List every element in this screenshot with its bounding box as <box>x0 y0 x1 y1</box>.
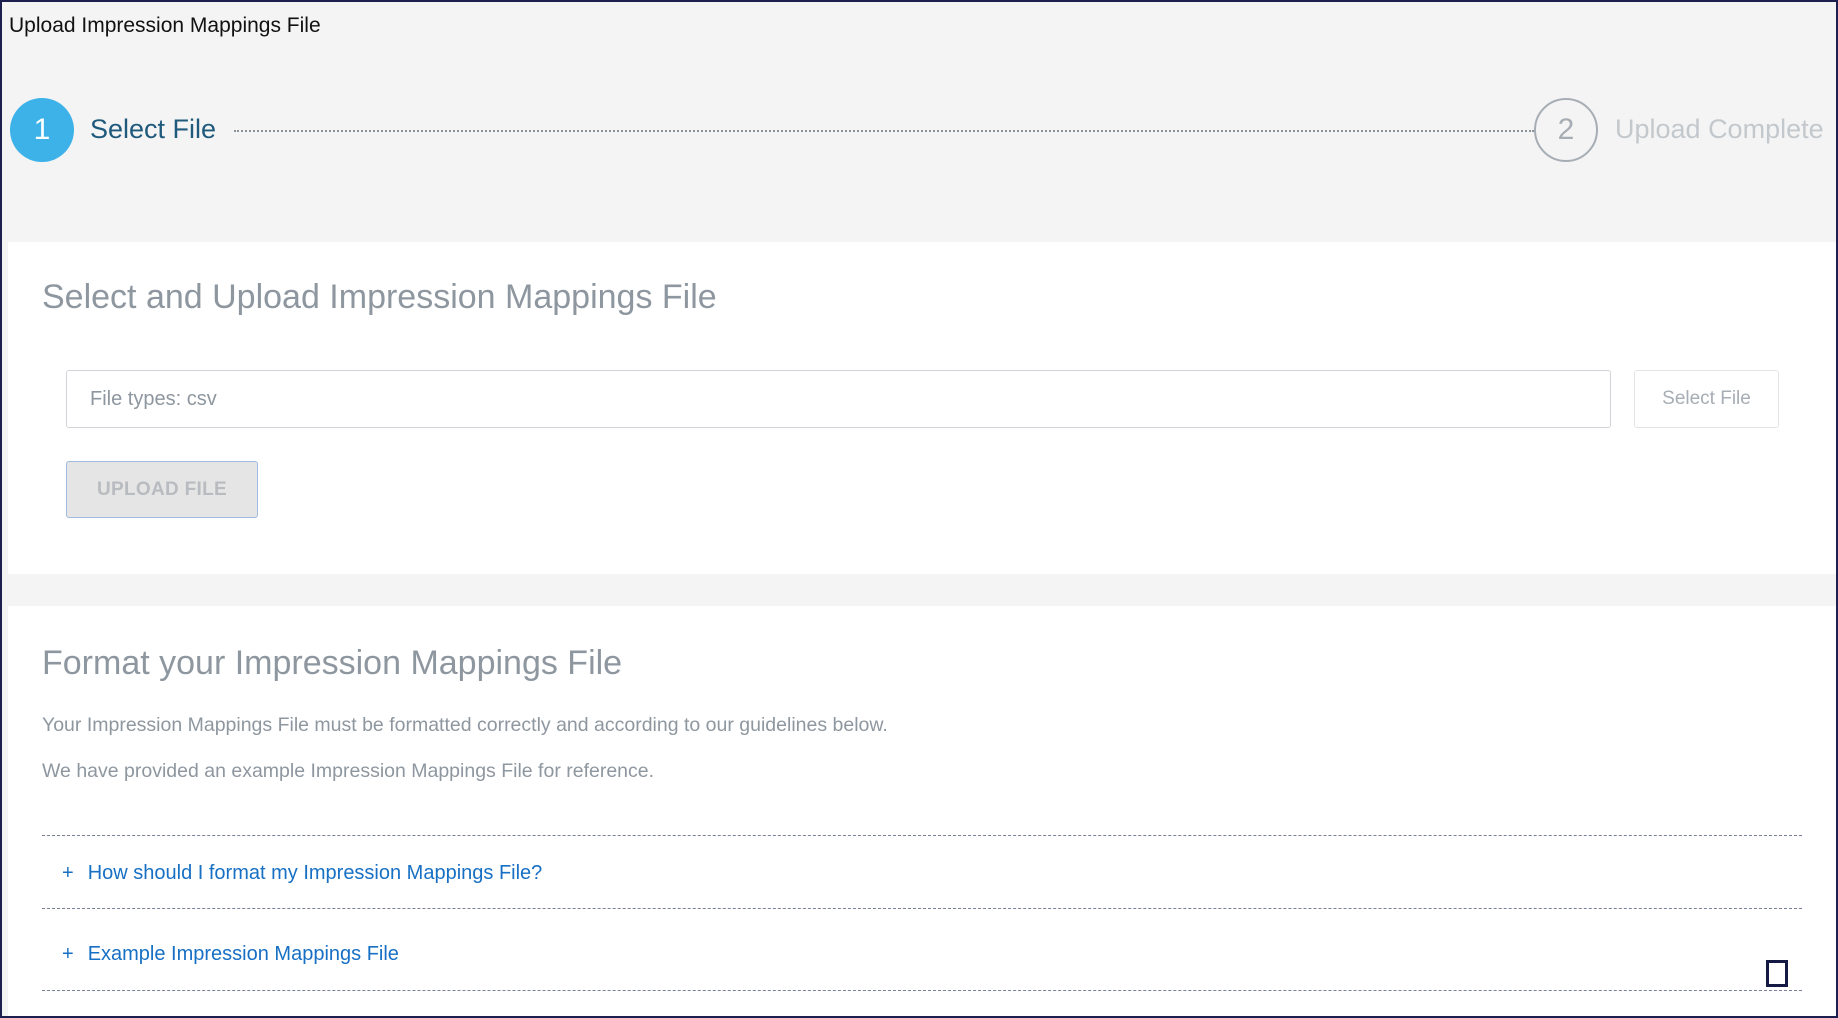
step-2-indicator: 2 <box>1534 98 1598 162</box>
accordion-divider <box>42 835 1802 836</box>
format-panel: Format your Impression Mappings File You… <box>8 606 1836 1016</box>
expand-plus-icon: + <box>62 862 74 884</box>
format-description-2: We have provided an example Impression M… <box>42 760 655 782</box>
upload-panel-heading: Select and Upload Impression Mappings Fi… <box>42 278 717 316</box>
app-window: Upload Impression Mappings File 1 Select… <box>0 0 1838 1018</box>
overlay-handle-icon[interactable] <box>1766 960 1788 987</box>
step-2-label: Upload Complete <box>1615 114 1824 144</box>
step-1-label: Select File <box>90 114 217 144</box>
accordion-item-format-guidelines[interactable]: + How should I format my Impression Mapp… <box>62 862 542 885</box>
accordion-item-label: Example Impression Mappings File <box>87 943 399 965</box>
step-connector-line <box>234 130 1534 132</box>
accordion-item-example-file[interactable]: + Example Impression Mappings File <box>62 943 399 966</box>
accordion-divider <box>42 908 1802 909</box>
upload-file-button[interactable]: UPLOAD FILE <box>66 461 258 518</box>
format-panel-heading: Format your Impression Mappings File <box>42 644 623 682</box>
format-description-1: Your Impression Mappings File must be fo… <box>42 714 888 736</box>
step-1-indicator: 1 <box>10 98 74 162</box>
window-title: Upload Impression Mappings File <box>9 14 321 37</box>
file-path-input[interactable] <box>66 370 1611 428</box>
accordion-divider <box>42 990 1802 991</box>
progress-stepper: 1 Select File 2 Upload Complete <box>2 98 1836 164</box>
upload-panel: Select and Upload Impression Mappings Fi… <box>8 242 1836 574</box>
accordion-item-label: How should I format my Impression Mappin… <box>87 862 543 884</box>
select-file-button[interactable]: Select File <box>1634 370 1779 428</box>
expand-plus-icon: + <box>62 943 74 965</box>
